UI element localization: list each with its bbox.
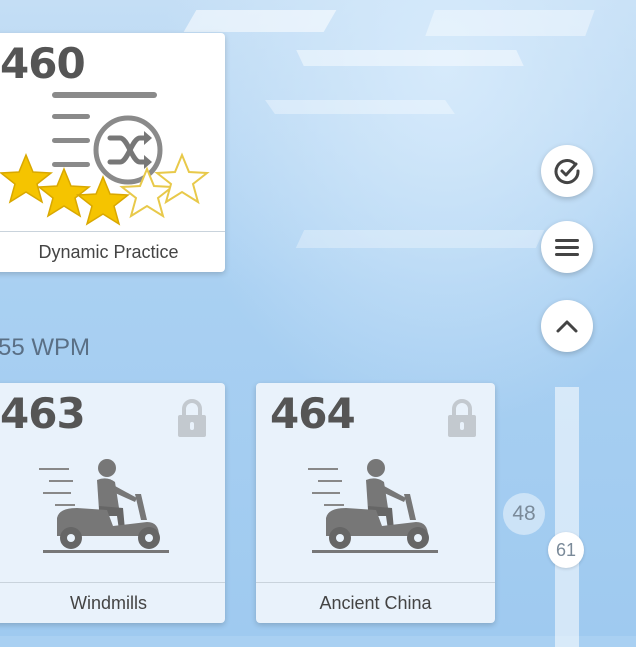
chevron-up-icon [556, 320, 578, 333]
lesson-card-dynamic-practice[interactable]: 460 Dynamic Practice [0, 33, 225, 272]
lesson-card-windmills[interactable]: 463 Windmills [0, 383, 225, 623]
lesson-title: Ancient China [256, 582, 495, 623]
progress-marker-current[interactable]: 61 [548, 532, 584, 568]
progress-marker: 48 [503, 493, 545, 535]
star-icon-filled [75, 175, 131, 226]
scroll-up-button[interactable] [541, 300, 593, 352]
star-rating [0, 152, 210, 226]
star-icon-filled [0, 153, 54, 204]
cloud-shape [265, 100, 455, 114]
lesson-title: Dynamic Practice [0, 231, 225, 272]
scooter-icon [39, 459, 169, 553]
cloud-shape [183, 10, 337, 32]
speed-level-heading: 55 WPM [0, 334, 91, 361]
menu-icon [555, 239, 579, 256]
scooter-icon [308, 459, 438, 553]
progress-scroll-track[interactable] [555, 387, 579, 647]
menu-button[interactable] [541, 221, 593, 273]
lesson-number: 464 [270, 389, 356, 438]
star-icon-empty [154, 152, 210, 205]
lock-icon [448, 399, 476, 437]
lesson-number: 463 [0, 389, 86, 438]
cloud-shape [425, 10, 595, 36]
lesson-title: Windmills [0, 582, 225, 623]
lock-icon [178, 399, 206, 437]
cloud-shape [296, 50, 524, 66]
lesson-card-ancient-china[interactable]: 464 Ancient China [256, 383, 495, 623]
cloud-shape [295, 230, 545, 248]
goals-button[interactable] [541, 145, 593, 197]
check-circle-icon [554, 159, 580, 185]
lesson-number: 460 [0, 39, 86, 88]
